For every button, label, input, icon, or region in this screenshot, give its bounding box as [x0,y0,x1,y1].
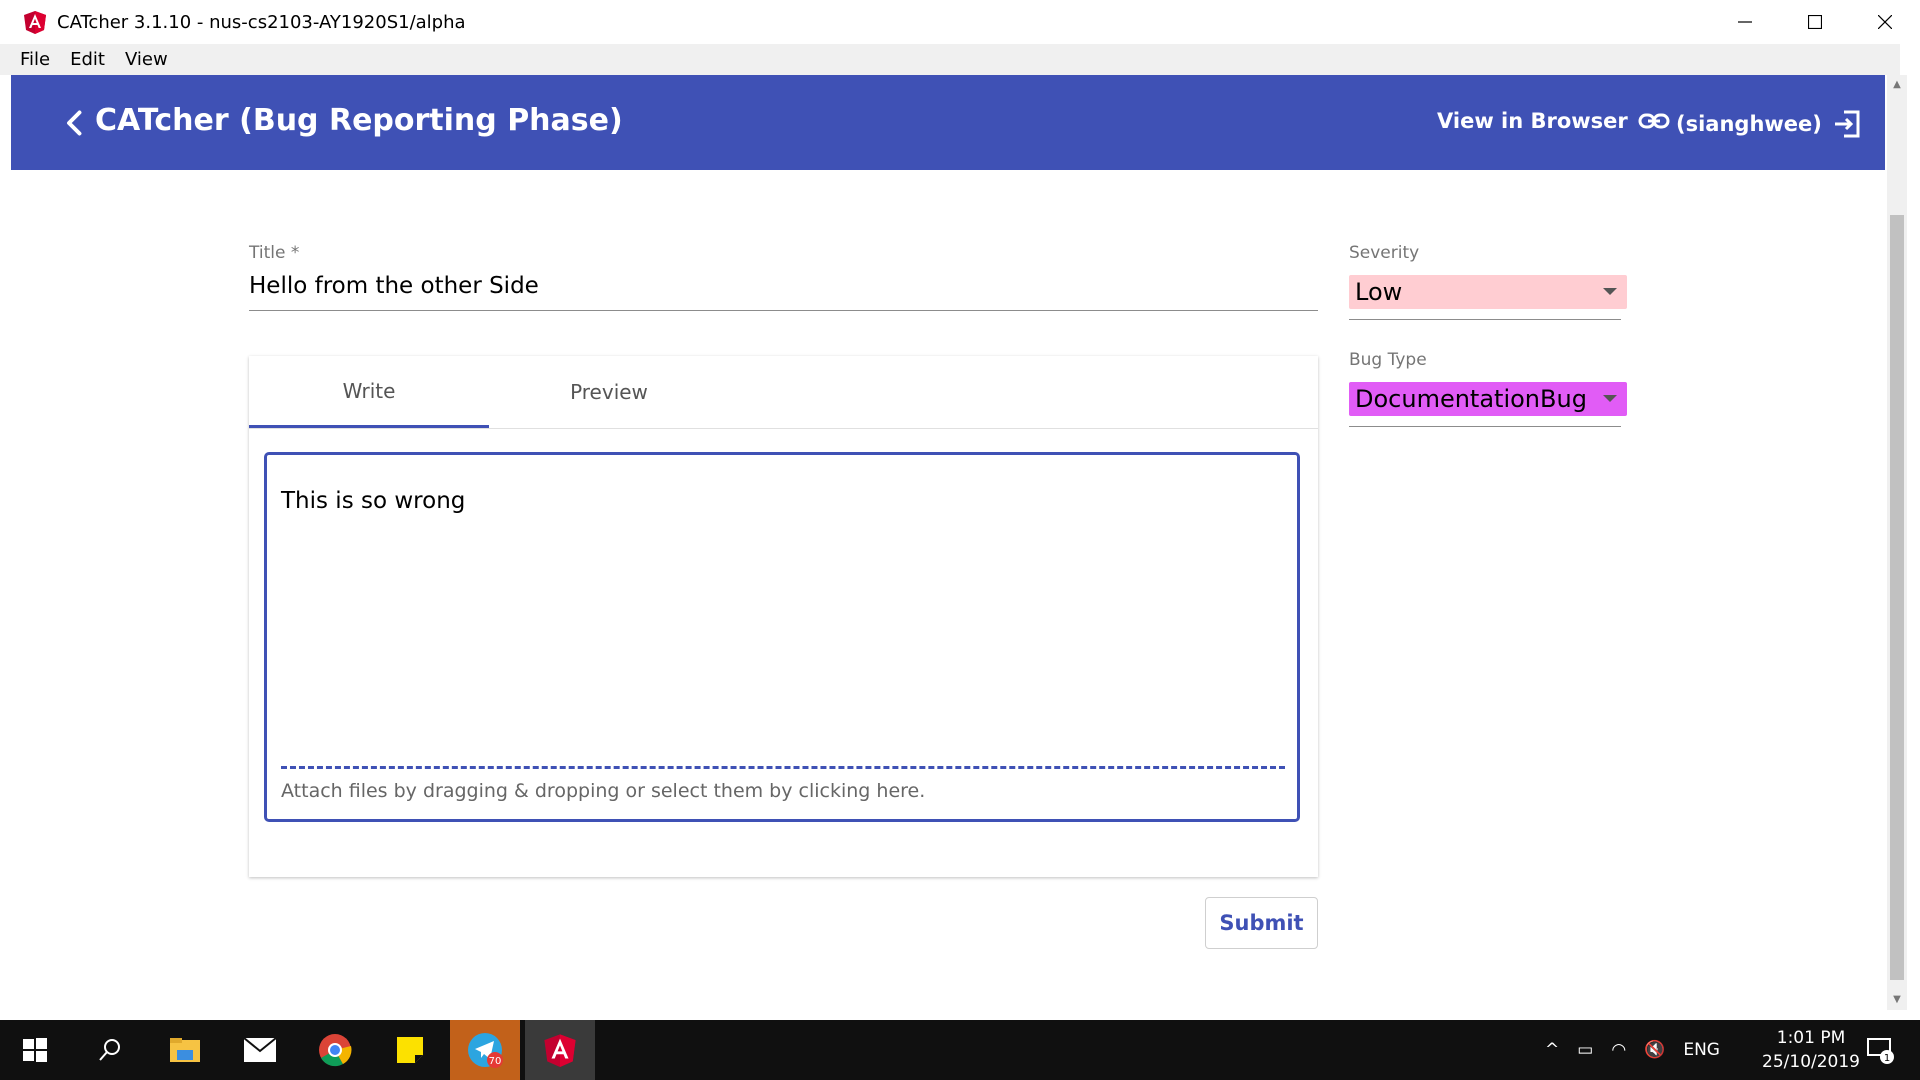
notification-icon: 1 [1867,1038,1894,1064]
description-text: This is so wrong [281,488,466,514]
menu-file[interactable]: File [20,49,50,70]
view-in-browser-label: View in Browser [1437,109,1628,133]
tab-write[interactable]: Write [249,356,489,428]
clock-time: 1:01 PM [1776,1028,1846,1048]
taskbar-catcher[interactable] [525,1020,595,1080]
chrome-icon [319,1034,352,1067]
battery-icon[interactable]: ▭ [1577,1040,1593,1060]
close-icon [1878,15,1892,29]
description-textarea[interactable]: This is so wrong Attach files by draggin… [264,452,1300,822]
taskbar-mail[interactable] [225,1020,295,1080]
menu-view[interactable]: View [125,49,168,70]
mail-icon [243,1037,277,1062]
title-label: Title * [249,243,300,263]
telegram-icon: 70 [468,1033,503,1068]
telegram-badge: 70 [489,1056,502,1067]
link-icon [1638,113,1670,129]
volume-muted-icon[interactable]: 🔇 [1644,1040,1665,1060]
tab-bar: Write Preview [249,356,1318,429]
chevron-down-icon [1603,288,1617,295]
wifi-icon[interactable]: ◠ [1611,1040,1626,1060]
scroll-down-icon[interactable]: ▼ [1887,990,1907,1010]
bug-type-select[interactable]: DocumentationBug [1349,382,1627,416]
angular-app-icon [544,1034,576,1067]
bug-type-underline [1349,426,1621,427]
exit-icon [1834,110,1860,138]
taskbar-clock[interactable]: 1:01 PM 25/10/2019 [1762,1026,1860,1074]
taskbar-telegram[interactable]: 70 [450,1020,520,1080]
chevron-down-icon [1603,395,1617,402]
folder-icon [170,1038,200,1062]
maximize-icon [1808,15,1822,29]
search-button[interactable] [75,1020,145,1080]
tray-expand-icon[interactable]: ^ [1545,1040,1559,1060]
submit-label: Submit [1219,911,1304,935]
scroll-up-icon[interactable]: ▲ [1887,75,1907,95]
menu-bar: File Edit View [0,44,1900,75]
menu-edit[interactable]: Edit [70,49,105,70]
view-in-browser-button[interactable]: View in Browser [1437,109,1670,133]
minimize-button[interactable] [1710,0,1780,44]
clock-date: 25/10/2019 [1762,1052,1860,1072]
minimize-icon [1738,21,1752,23]
severity-underline [1349,319,1621,320]
severity-value: Low [1355,278,1403,306]
bug-type-label: Bug Type [1349,350,1427,370]
tab-preview[interactable]: Preview [489,356,729,428]
back-arrow-icon[interactable] [57,105,93,141]
attach-files-hint[interactable]: Attach files by dragging & dropping or s… [281,780,925,802]
maximize-button[interactable] [1780,0,1850,44]
logout-button[interactable]: (sianghwee) [1676,109,1862,139]
sticky-notes-icon [397,1037,423,1063]
page-scrollbar[interactable]: ▲ ▼ [1887,75,1907,1010]
angular-app-icon [24,11,46,34]
taskbar-sticky-notes[interactable] [375,1020,445,1080]
bug-type-value: DocumentationBug [1355,385,1587,413]
close-window-button[interactable] [1850,0,1920,44]
severity-select[interactable]: Low [1349,275,1627,309]
description-card: Write Preview This is so wrong Attach fi… [249,356,1318,877]
notification-count: 1 [1884,1053,1890,1064]
title-underline [249,310,1318,311]
taskbar-file-explorer[interactable] [150,1020,220,1080]
severity-label: Severity [1349,243,1420,263]
window-titlebar: CATcher 3.1.10 - nus-cs2103-AY1920S1/alp… [0,0,1920,44]
tab-preview-label: Preview [570,380,648,404]
window-title: CATcher 3.1.10 - nus-cs2103-AY1920S1/alp… [57,11,466,33]
page-title: CATcher (Bug Reporting Phase) [95,103,623,138]
windows-logo-icon [23,1038,47,1062]
username: (sianghwee) [1676,112,1822,136]
system-tray: ^ ▭ ◠ 🔇 ENG [1545,1020,1720,1080]
start-button[interactable] [0,1020,70,1080]
attach-divider [281,766,1285,769]
scrollbar-thumb[interactable] [1890,215,1904,980]
submit-button[interactable]: Submit [1205,897,1318,949]
language-indicator[interactable]: ENG [1683,1040,1720,1060]
title-input[interactable]: Hello from the other Side [249,273,539,299]
taskbar-chrome[interactable] [300,1020,370,1080]
tab-write-label: Write [342,378,396,403]
app-toolbar: CATcher (Bug Reporting Phase) View in Br… [11,75,1885,170]
search-icon [99,1039,120,1061]
windows-taskbar: 70 ^ ▭ ◠ 🔇 ENG 1:01 PM 25/10/2019 1 [0,1020,1920,1080]
notifications-button[interactable]: 1 [1855,1020,1905,1080]
